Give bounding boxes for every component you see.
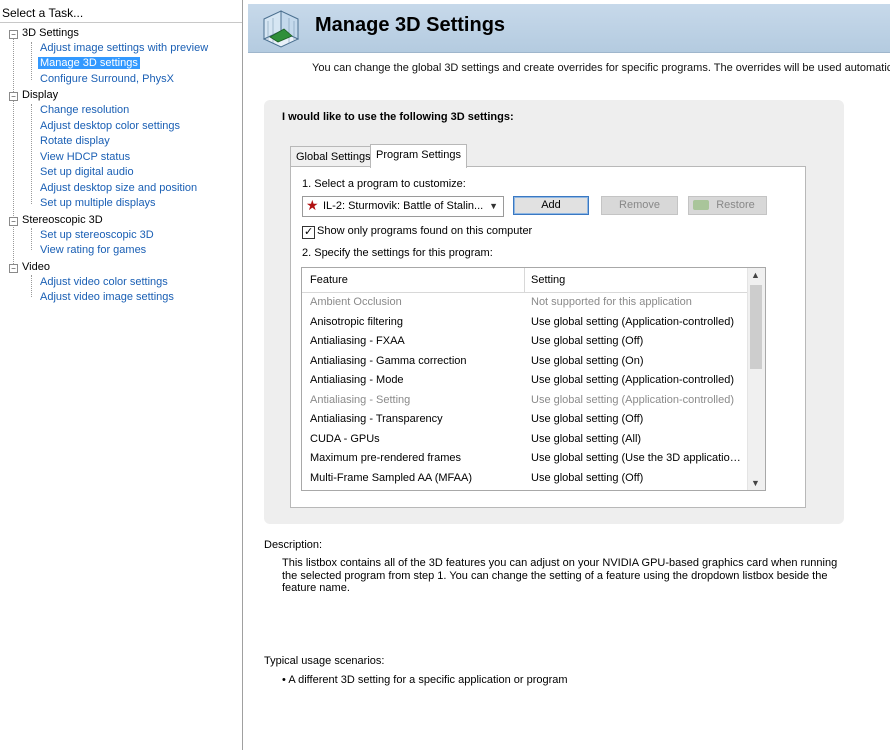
program-settings-panel: 1. Select a program to customize: ★ IL-2…: [290, 166, 806, 508]
scroll-thumb[interactable]: [750, 285, 762, 369]
intro-text: You can change the global 3D settings an…: [312, 62, 890, 74]
column-header-feature[interactable]: Feature: [310, 274, 348, 286]
feature-name: Maximum pre-rendered frames: [310, 452, 461, 464]
step1-label: 1. Select a program to customize:: [302, 178, 466, 190]
task-set-up-digital-audio[interactable]: Set up digital audio: [40, 166, 134, 178]
task-view-rating-for-games[interactable]: View rating for games: [40, 244, 146, 256]
program-icon: ★: [306, 197, 319, 213]
tree-connector: [31, 228, 32, 250]
feature-setting: Use global setting (Off): [531, 413, 644, 425]
tree-connector: [13, 38, 14, 272]
feature-name: Multi-Frame Sampled AA (MFAA): [310, 471, 472, 484]
restore-button[interactable]: Restore: [688, 196, 767, 215]
feature-setting: Use global setting (Use the 3D applicati…: [531, 452, 743, 464]
feature-name: CUDA - GPUs: [310, 432, 380, 445]
table-row[interactable]: Antialiasing - Setting Use global settin…: [302, 391, 747, 411]
collapse-icon[interactable]: −: [9, 264, 18, 273]
collapse-icon[interactable]: −: [9, 217, 18, 226]
feature-name: Antialiasing - Gamma correction: [310, 354, 467, 367]
3d-settings-icon: [262, 10, 300, 48]
nvidia-logo-icon: [693, 200, 709, 210]
tree-category-3d-settings[interactable]: 3D Settings: [22, 27, 79, 39]
feature-setting: Use global setting (All): [531, 432, 642, 445]
show-only-checkbox[interactable]: ✓: [302, 226, 315, 239]
column-divider[interactable]: [524, 268, 525, 292]
usage-item: • A different 3D setting for a specific …: [282, 674, 568, 686]
remove-button[interactable]: Remove: [601, 196, 678, 215]
task-adjust-video-color[interactable]: Adjust video color settings: [40, 276, 168, 288]
usage-title: Typical usage scenarios:: [264, 655, 385, 667]
task-configure-surround-physx[interactable]: Configure Surround, PhysX: [40, 73, 174, 85]
task-manage-3d-settings[interactable]: Manage 3D settings: [38, 57, 140, 69]
table-row[interactable]: Ambient Occlusion Not supported for this…: [302, 293, 747, 313]
feature-name: Antialiasing - Setting: [310, 393, 411, 406]
feature-setting: Not supported for this application: [531, 296, 692, 308]
table-row[interactable]: Antialiasing - Transparency Use global s…: [302, 410, 747, 430]
feature-name: Antialiasing - FXAA: [310, 335, 405, 347]
task-panel: Select a Task... − 3D Settings Adjust im…: [0, 0, 243, 750]
check-icon: ✓: [304, 226, 314, 238]
program-select[interactable]: ★ IL-2: Sturmovik: Battle of Stalin... ▼: [302, 196, 504, 217]
description-body: This listbox contains all of the 3D feat…: [282, 557, 838, 594]
task-adjust-image-settings[interactable]: Adjust image settings with preview: [40, 42, 208, 54]
table-row[interactable]: CUDA - GPUs Use global setting (All): [302, 430, 747, 450]
task-set-up-multiple-displays[interactable]: Set up multiple displays: [40, 197, 156, 209]
chevron-down-icon: ▼: [489, 201, 498, 211]
feature-setting: Use global setting (Off): [531, 335, 644, 347]
feature-list-scrollbar[interactable]: ▲ ▼: [747, 268, 765, 490]
tab-program-settings[interactable]: Program Settings: [370, 144, 467, 168]
tree-category-display[interactable]: Display: [22, 89, 58, 101]
feature-listbox[interactable]: Feature Setting Ambient Occlusion Not su…: [301, 267, 766, 491]
feature-name: Ambient Occlusion: [310, 296, 402, 308]
show-only-label[interactable]: Show only programs found on this compute…: [317, 225, 532, 237]
restore-button-label: Restore: [716, 199, 755, 211]
task-rotate-display[interactable]: Rotate display: [40, 135, 110, 147]
task-panel-divider: [0, 22, 242, 23]
task-set-up-stereoscopic-3d[interactable]: Set up stereoscopic 3D: [40, 229, 154, 241]
task-view-hdcp-status[interactable]: View HDCP status: [40, 151, 130, 163]
table-row[interactable]: Maximum pre-rendered frames Use global s…: [302, 449, 747, 469]
table-row[interactable]: Antialiasing - Mode Use global setting (…: [302, 371, 747, 391]
feature-setting: Use global setting (Off): [531, 471, 644, 484]
program-select-value: IL-2: Sturmovik: Battle of Stalin...: [323, 200, 484, 212]
feature-setting: Use global setting (Application-controll…: [531, 315, 734, 328]
page-title: Manage 3D Settings: [315, 14, 506, 36]
tab-global-settings[interactable]: Global Settings: [290, 146, 377, 167]
collapse-icon[interactable]: −: [9, 30, 18, 39]
task-change-resolution[interactable]: Change resolution: [40, 104, 129, 116]
feature-setting: Use global setting (Application-controll…: [531, 393, 734, 406]
table-row[interactable]: Antialiasing - Gamma correction Use glob…: [302, 352, 747, 372]
task-adjust-desktop-size[interactable]: Adjust desktop size and position: [40, 182, 197, 194]
add-button[interactable]: Add: [513, 196, 589, 215]
tree-connector: [31, 104, 32, 204]
tree-category-stereoscopic-3d[interactable]: Stereoscopic 3D: [22, 214, 103, 226]
table-row[interactable]: Antialiasing - FXAA Use global setting (…: [302, 332, 747, 352]
feature-setting: Use global setting (On): [531, 354, 644, 367]
column-header-setting[interactable]: Setting: [531, 274, 565, 286]
scroll-down-icon[interactable]: ▼: [751, 478, 760, 488]
table-row[interactable]: Multi-Frame Sampled AA (MFAA) Use global…: [302, 469, 747, 489]
tree-connector: [31, 42, 32, 80]
feature-name: Antialiasing - Transparency: [310, 413, 443, 425]
feature-name: Anisotropic filtering: [310, 315, 403, 328]
feature-list-header: Feature Setting: [302, 268, 747, 293]
feature-setting: Use global setting (Application-controll…: [531, 374, 734, 386]
page-header: Manage 3D Settings: [248, 4, 890, 53]
description-title: Description:: [264, 539, 323, 551]
task-adjust-video-image[interactable]: Adjust video image settings: [40, 291, 174, 303]
feature-name: Antialiasing - Mode: [310, 374, 404, 386]
tree-connector: [31, 275, 32, 297]
collapse-icon[interactable]: −: [9, 92, 18, 101]
task-panel-title: Select a Task...: [2, 6, 84, 20]
task-adjust-desktop-color[interactable]: Adjust desktop color settings: [40, 120, 180, 132]
step2-label: 2. Specify the settings for this program…: [302, 247, 493, 259]
usage-item-text: A different 3D setting for a specific ap…: [288, 674, 568, 686]
settings-group-title: I would like to use the following 3D set…: [282, 111, 514, 123]
scroll-up-icon[interactable]: ▲: [751, 270, 760, 280]
settings-group: I would like to use the following 3D set…: [264, 100, 844, 524]
table-row[interactable]: Anisotropic filtering Use global setting…: [302, 313, 747, 333]
tree-category-video[interactable]: Video: [22, 261, 50, 273]
